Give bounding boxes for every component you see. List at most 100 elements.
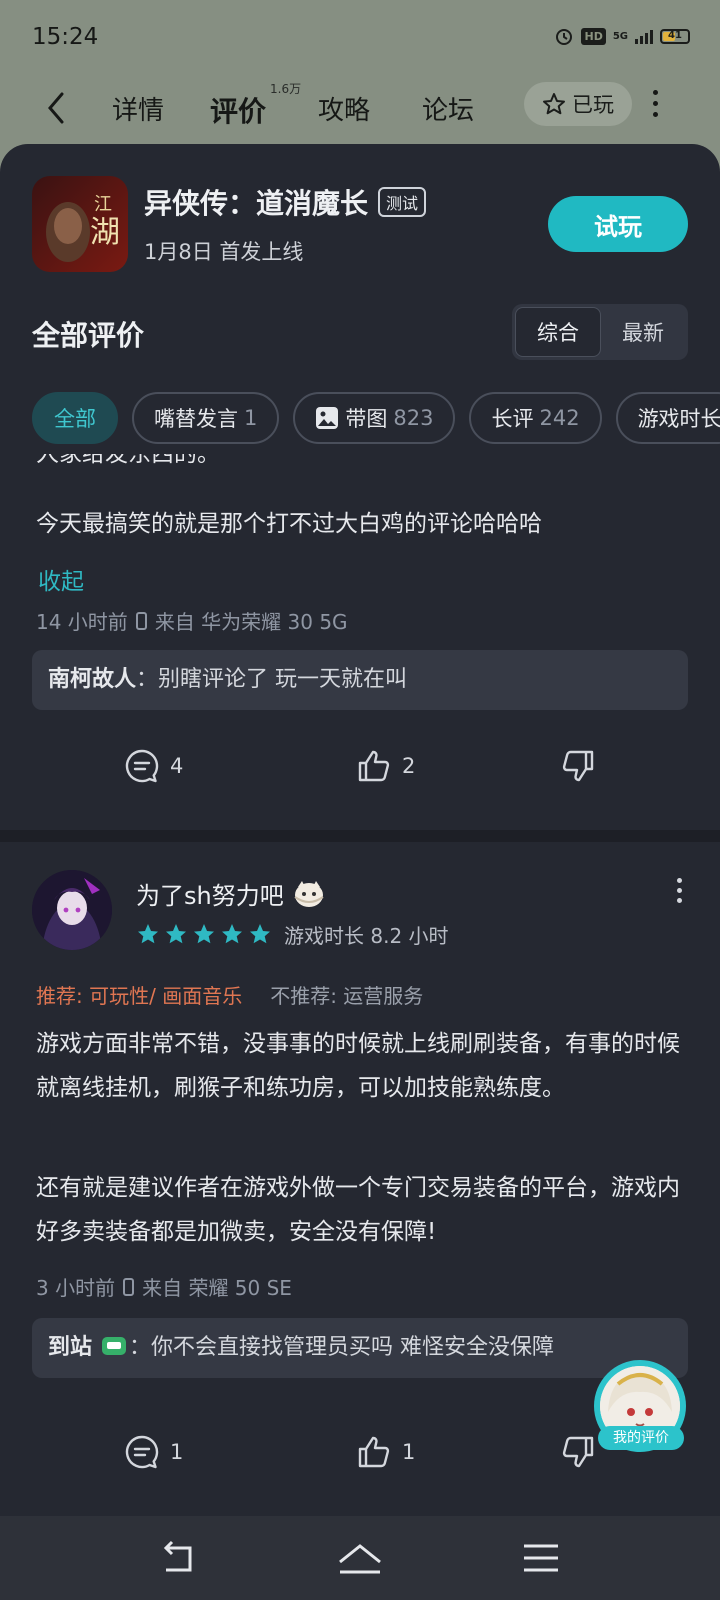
review1-text-partial: 人家给发东西的。	[36, 454, 220, 467]
status-icons: HD 5G 41	[554, 26, 690, 46]
game-icon: 江 湖	[32, 176, 128, 272]
review2-meta: 3 小时前 来自 荣耀 50 SE	[36, 1272, 292, 1301]
rating-stars	[136, 922, 272, 946]
sort-toggle: 综合 最新	[512, 304, 688, 360]
comment-button[interactable]: 4	[124, 748, 183, 784]
tab-details[interactable]: 详情	[112, 90, 164, 127]
played-button[interactable]: 已玩	[524, 82, 632, 126]
not-recommend-tags: 不推荐: 运营服务	[270, 984, 424, 1008]
svg-text:湖: 湖	[90, 215, 120, 250]
thumbs-up-icon	[358, 1436, 390, 1468]
star-icon	[194, 924, 214, 944]
comment-button[interactable]: 1	[124, 1434, 183, 1470]
review-divider	[0, 830, 720, 842]
review1-text: 今天最搞笑的就是那个打不过大白鸡的评论哈哈哈	[36, 511, 542, 537]
filter-count: 823	[393, 406, 434, 430]
review2-user-row: 为了sh努力吧	[136, 876, 326, 911]
username[interactable]: 为了sh努力吧	[136, 876, 284, 911]
nav-home-icon[interactable]	[336, 1540, 384, 1576]
thumbs-down-icon	[562, 750, 594, 782]
clock: 15:24	[32, 24, 99, 50]
star-outline-icon	[543, 93, 565, 115]
filter-chips: 全部 嘴替发言 1 带图 823 长评 242 游戏时长	[32, 392, 720, 444]
review2-time: 3 小时前	[36, 1276, 116, 1300]
filter-all[interactable]: 全部	[32, 392, 118, 444]
played-label: 已玩	[572, 93, 614, 117]
more-options-icon[interactable]	[652, 90, 658, 120]
star-icon	[138, 924, 158, 944]
playtime: 游戏时长 8.2 小时	[284, 924, 449, 948]
filter-count: 1	[244, 406, 258, 430]
avatar[interactable]	[32, 870, 112, 950]
alarm-icon	[556, 29, 573, 45]
back-icon[interactable]	[42, 88, 72, 128]
tab-reviews[interactable]: 评价	[210, 90, 266, 130]
system-nav-bar	[0, 1516, 720, 1600]
phone-icon	[135, 611, 147, 630]
filter-label: 带图	[345, 407, 388, 431]
filter-spokesperson[interactable]: 嘴替发言 1	[132, 392, 280, 444]
filter-label: 全部	[54, 407, 96, 431]
tab-guides[interactable]: 攻略	[318, 90, 370, 127]
network-type: 5G	[612, 30, 628, 42]
comment-icon	[125, 749, 159, 783]
filter-long-review[interactable]: 长评 242	[469, 392, 602, 444]
mascot-badge-icon	[294, 880, 324, 907]
try-play-button[interactable]: 试玩	[548, 196, 688, 252]
filter-with-images[interactable]: 带图 823	[293, 392, 456, 444]
star-icon	[222, 924, 242, 944]
comment-count: 4	[170, 754, 184, 778]
tab-forum[interactable]: 论坛	[422, 90, 474, 127]
app-badge-icon	[102, 1337, 127, 1355]
review2-para2: 还有就是建议作者在游戏外做一个专门交易装备的平台，游戏内好多卖装备都是加微卖，安…	[36, 1175, 680, 1245]
like-button[interactable]: 1	[356, 1434, 415, 1470]
like-count: 2	[402, 754, 416, 778]
recommend-tags: 推荐: 可玩性/ 画面音乐	[36, 984, 243, 1008]
test-badge: 测试	[378, 187, 427, 217]
nav-menu-icon[interactable]	[522, 1540, 560, 1576]
comment-icon	[125, 1435, 159, 1469]
reply-user[interactable]: 到站	[48, 1335, 92, 1360]
review1-source: 来自 华为荣耀 30 5G	[154, 610, 348, 634]
hd-icon: HD	[581, 27, 606, 45]
sort-latest[interactable]: 最新	[601, 307, 685, 357]
reply-text: ：别瞎评论了 玩一天就在叫	[136, 667, 408, 692]
collapse-link[interactable]: 收起	[38, 562, 84, 596]
dislike-button[interactable]	[560, 748, 596, 784]
game-title: 异侠传：道消魔长	[144, 187, 369, 220]
review2-reply[interactable]: 到站 ：你不会直接找管理员买吗 难怪安全没保障	[32, 1318, 688, 1378]
release-info: 1月8日 首发上线	[144, 240, 304, 264]
sort-comprehensive[interactable]: 综合	[515, 307, 601, 357]
filter-label: 长评	[491, 407, 534, 431]
star-icon	[250, 924, 270, 944]
comment-count: 1	[170, 1440, 184, 1464]
review1-actions: 4 2	[0, 748, 720, 798]
image-icon	[316, 407, 339, 429]
phone-icon	[123, 1277, 135, 1296]
review-more-icon[interactable]	[677, 878, 683, 908]
reply-user[interactable]: 南柯故人	[48, 667, 136, 692]
thumbs-down-icon	[562, 1436, 594, 1468]
review-count-badge: 1.6万	[270, 82, 302, 96]
review1-reply[interactable]: 南柯故人：别瞎评论了 玩一天就在叫	[32, 650, 688, 710]
game-title-row: 异侠传：道消魔长 测试	[144, 182, 427, 222]
review1-meta: 14 小时前 来自 华为荣耀 30 5G	[36, 606, 348, 635]
review2-tags: 推荐: 可玩性/ 画面音乐 不推荐: 运营服务	[36, 980, 423, 1009]
signal-icon	[635, 28, 653, 44]
top-nav: 详情 评价 1.6万 攻略 论坛 已玩	[0, 78, 720, 138]
battery-level: 41	[668, 29, 682, 41]
star-icon	[166, 924, 186, 944]
nav-back-icon[interactable]	[158, 1540, 198, 1576]
review2-para1: 游戏方面非常不错，没事事的时候就上线刷刷装备，有事的时候就离线挂机，刷猴子和练功…	[36, 1031, 680, 1101]
thumbs-up-icon	[358, 750, 390, 782]
filter-label: 游戏时长	[637, 407, 720, 431]
my-review-label[interactable]: 我的评价	[598, 1426, 684, 1450]
like-button[interactable]: 2	[356, 748, 415, 784]
svg-text:江: 江	[94, 194, 112, 215]
dislike-button[interactable]	[560, 1434, 596, 1470]
filter-count: 242	[539, 406, 580, 430]
reply-text: ：你不会直接找管理员买吗 难怪安全没保障	[129, 1335, 555, 1360]
filter-playtime[interactable]: 游戏时长	[615, 392, 720, 444]
like-count: 1	[402, 1440, 416, 1464]
battery-icon: 41	[660, 28, 690, 44]
